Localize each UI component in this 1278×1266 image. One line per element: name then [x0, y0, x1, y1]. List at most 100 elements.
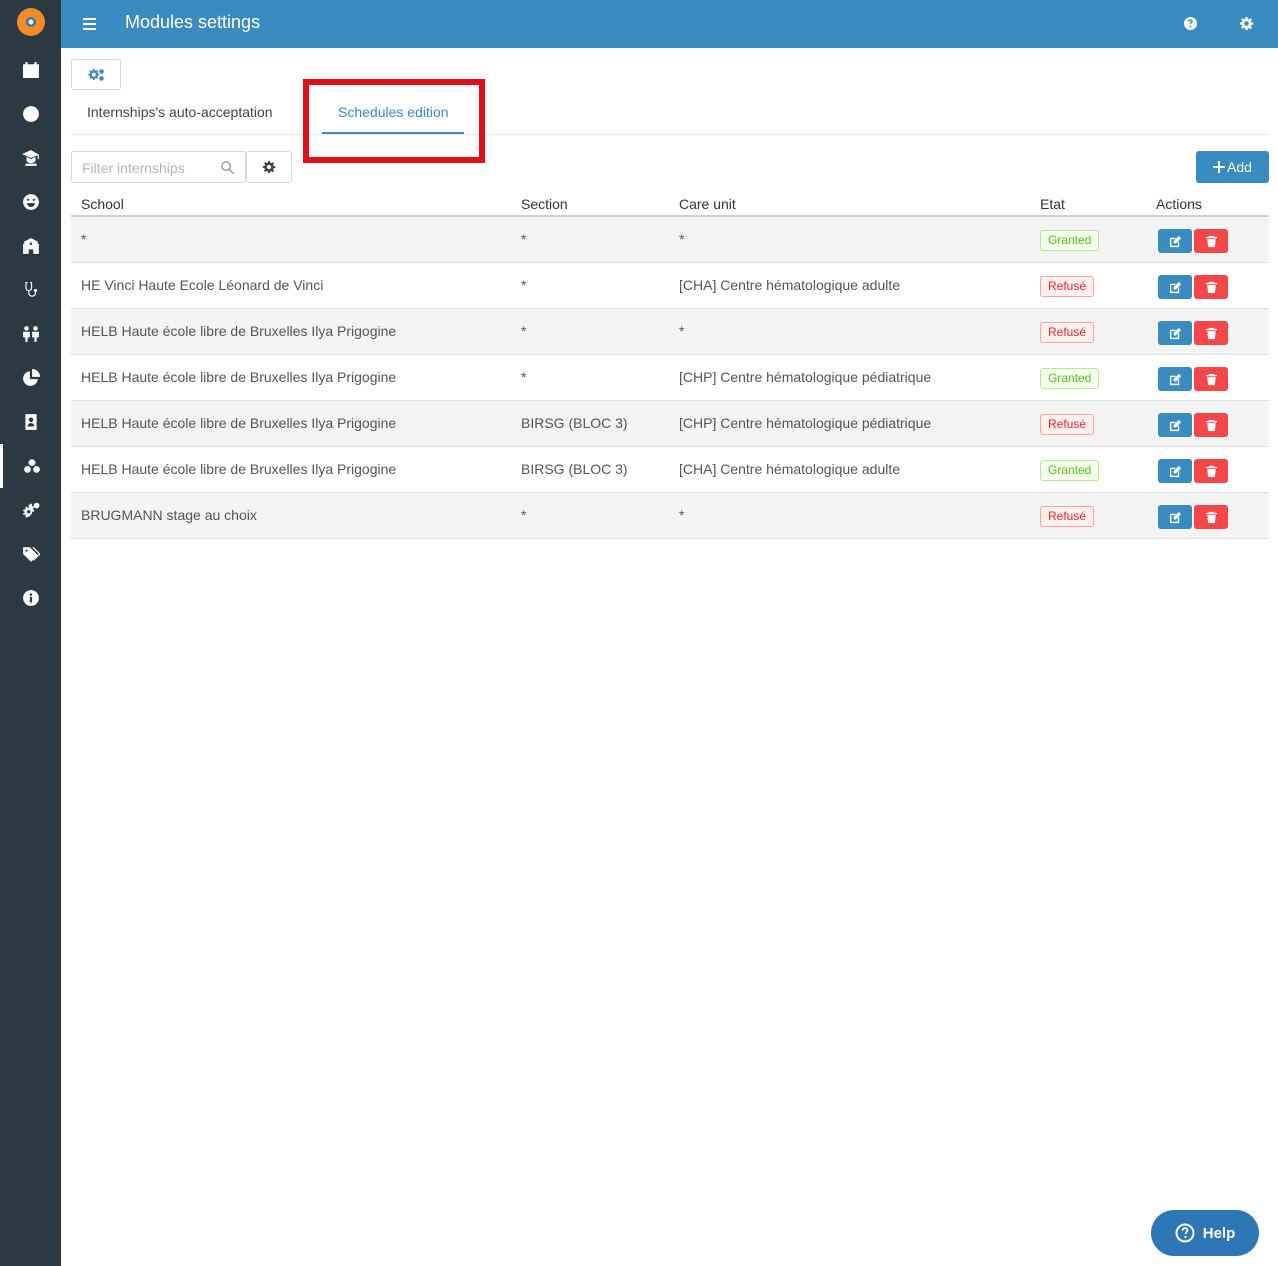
cell-section: BIRSG (BLOC 3) [521, 461, 628, 477]
column-header-section[interactable]: Section [521, 196, 568, 212]
gear-icon [262, 160, 276, 174]
cell-school: BRUGMANN stage au choix [81, 507, 257, 523]
tab-auto-acceptation[interactable]: Internships's auto-acceptation [87, 104, 273, 120]
stethoscope-icon [24, 282, 37, 297]
sidebar-item-modules[interactable] [0, 444, 61, 488]
sidebar-item-contacts[interactable] [0, 400, 61, 444]
schedules-table: School Section Care unit Etat Actions * *… [71, 193, 1269, 539]
sidebar-item-people[interactable] [0, 312, 61, 356]
edit-icon [1169, 235, 1181, 247]
sidebar-item-info[interactable] [0, 576, 61, 620]
delete-button[interactable] [1194, 505, 1228, 529]
column-header-actions: Actions [1156, 196, 1202, 212]
trash-icon [1205, 511, 1217, 523]
delete-button[interactable] [1194, 367, 1228, 391]
modules-config-button[interactable] [71, 59, 121, 90]
tabs-divider [71, 134, 1269, 135]
column-header-care-unit[interactable]: Care unit [679, 196, 736, 212]
trash-icon [1205, 419, 1217, 431]
edit-icon [1169, 281, 1181, 293]
table-row: * * * Granted [71, 217, 1269, 263]
settings-header-button[interactable] [1235, 12, 1257, 34]
trash-icon [1205, 373, 1217, 385]
cell-school: HELB Haute école libre de Bruxelles Ilya… [81, 369, 397, 385]
status-badge: Granted [1040, 460, 1100, 481]
people-icon [22, 326, 39, 342]
edit-button[interactable] [1158, 505, 1192, 529]
highlight-annotation-box [303, 79, 485, 163]
table-header: School Section Care unit Etat Actions [71, 193, 1269, 217]
calendar-icon [22, 62, 39, 78]
cell-section: * [521, 507, 527, 523]
edit-button[interactable] [1158, 459, 1192, 483]
filter-input[interactable] [82, 158, 217, 178]
sidebar-item-settings[interactable] [0, 488, 61, 532]
sidebar-item-tags[interactable] [0, 532, 61, 576]
edit-button[interactable] [1158, 321, 1192, 345]
edit-button[interactable] [1158, 413, 1192, 437]
edit-icon [1169, 465, 1181, 477]
app-logo[interactable] [0, 0, 61, 44]
edit-button[interactable] [1158, 367, 1192, 391]
sidebar-item-care[interactable] [0, 268, 61, 312]
column-header-school[interactable]: School [81, 196, 124, 212]
table-row: HELB Haute école libre de Bruxelles Ilya… [71, 355, 1269, 401]
table-row: HELB Haute école libre de Bruxelles Ilya… [71, 401, 1269, 447]
status-badge: Granted [1040, 368, 1100, 389]
sidebar-item-institutions[interactable] [0, 224, 61, 268]
table-body: * * * Granted HE Vinci Haute Ecole Léonard d… [71, 217, 1269, 539]
trash-icon [1205, 465, 1217, 477]
delete-button[interactable] [1194, 413, 1228, 437]
cell-school: HELB Haute école libre de Bruxelles Ilya… [81, 415, 397, 431]
page-title: Modules settings [125, 12, 261, 32]
sidebar-item-smile[interactable] [0, 180, 61, 224]
delete-button[interactable] [1194, 229, 1228, 253]
cell-section: * [521, 277, 527, 293]
sidebar-item-clock[interactable] [0, 92, 61, 136]
question-circle-icon [1183, 16, 1197, 30]
gear-icon [1239, 16, 1253, 30]
status-badge: Refusé [1040, 414, 1095, 435]
cell-care-unit: * [679, 323, 685, 339]
edit-button[interactable] [1158, 229, 1192, 253]
edit-button[interactable] [1158, 275, 1192, 299]
trash-icon [1205, 327, 1217, 339]
cell-section: BIRSG (BLOC 3) [521, 415, 628, 431]
cell-section: * [521, 231, 527, 247]
sidebar-item-students[interactable] [0, 136, 61, 180]
cell-section: * [521, 323, 527, 339]
edit-icon [1169, 327, 1181, 339]
filter-field[interactable] [71, 151, 246, 183]
cell-care-unit: [CHA] Centre hématologique adulte [679, 277, 901, 293]
delete-button[interactable] [1194, 321, 1228, 345]
pie-chart-icon [22, 369, 40, 386]
status-badge: Refusé [1040, 322, 1095, 343]
question-circle-icon [1175, 1223, 1195, 1243]
sidebar-item-calendar[interactable] [0, 48, 61, 92]
table-row: HELB Haute école libre de Bruxelles Ilya… [71, 309, 1269, 355]
help-button-label: Help [1202, 1224, 1236, 1242]
edit-icon [1169, 511, 1181, 523]
logo-icon [16, 8, 45, 36]
cogs-icon [22, 502, 39, 518]
smile-icon [22, 194, 39, 210]
cell-school: HE Vinci Haute Ecole Léonard de Vinci [81, 277, 324, 293]
search-icon[interactable] [220, 160, 235, 175]
help-header-button[interactable] [1179, 12, 1201, 34]
delete-button[interactable] [1194, 459, 1228, 483]
cell-care-unit: * [679, 507, 685, 523]
menu-toggle-button[interactable] [83, 12, 103, 36]
sidebar [0, 0, 61, 1266]
status-badge: Granted [1040, 230, 1100, 251]
add-button[interactable]: Add [1196, 151, 1269, 183]
column-header-etat[interactable]: Etat [1040, 196, 1065, 212]
filter-settings-button[interactable] [246, 151, 292, 183]
sidebar-item-stats[interactable] [0, 356, 61, 400]
help-button[interactable]: Help [1151, 1210, 1259, 1256]
graduate-icon [21, 150, 39, 166]
delete-button[interactable] [1194, 275, 1228, 299]
trash-icon [1205, 235, 1217, 247]
table-row: BRUGMANN stage au choix * * Refusé [71, 493, 1269, 539]
cell-care-unit: [CHP] Centre hématologique pédiatrique [679, 415, 932, 431]
edit-icon [1169, 419, 1181, 431]
